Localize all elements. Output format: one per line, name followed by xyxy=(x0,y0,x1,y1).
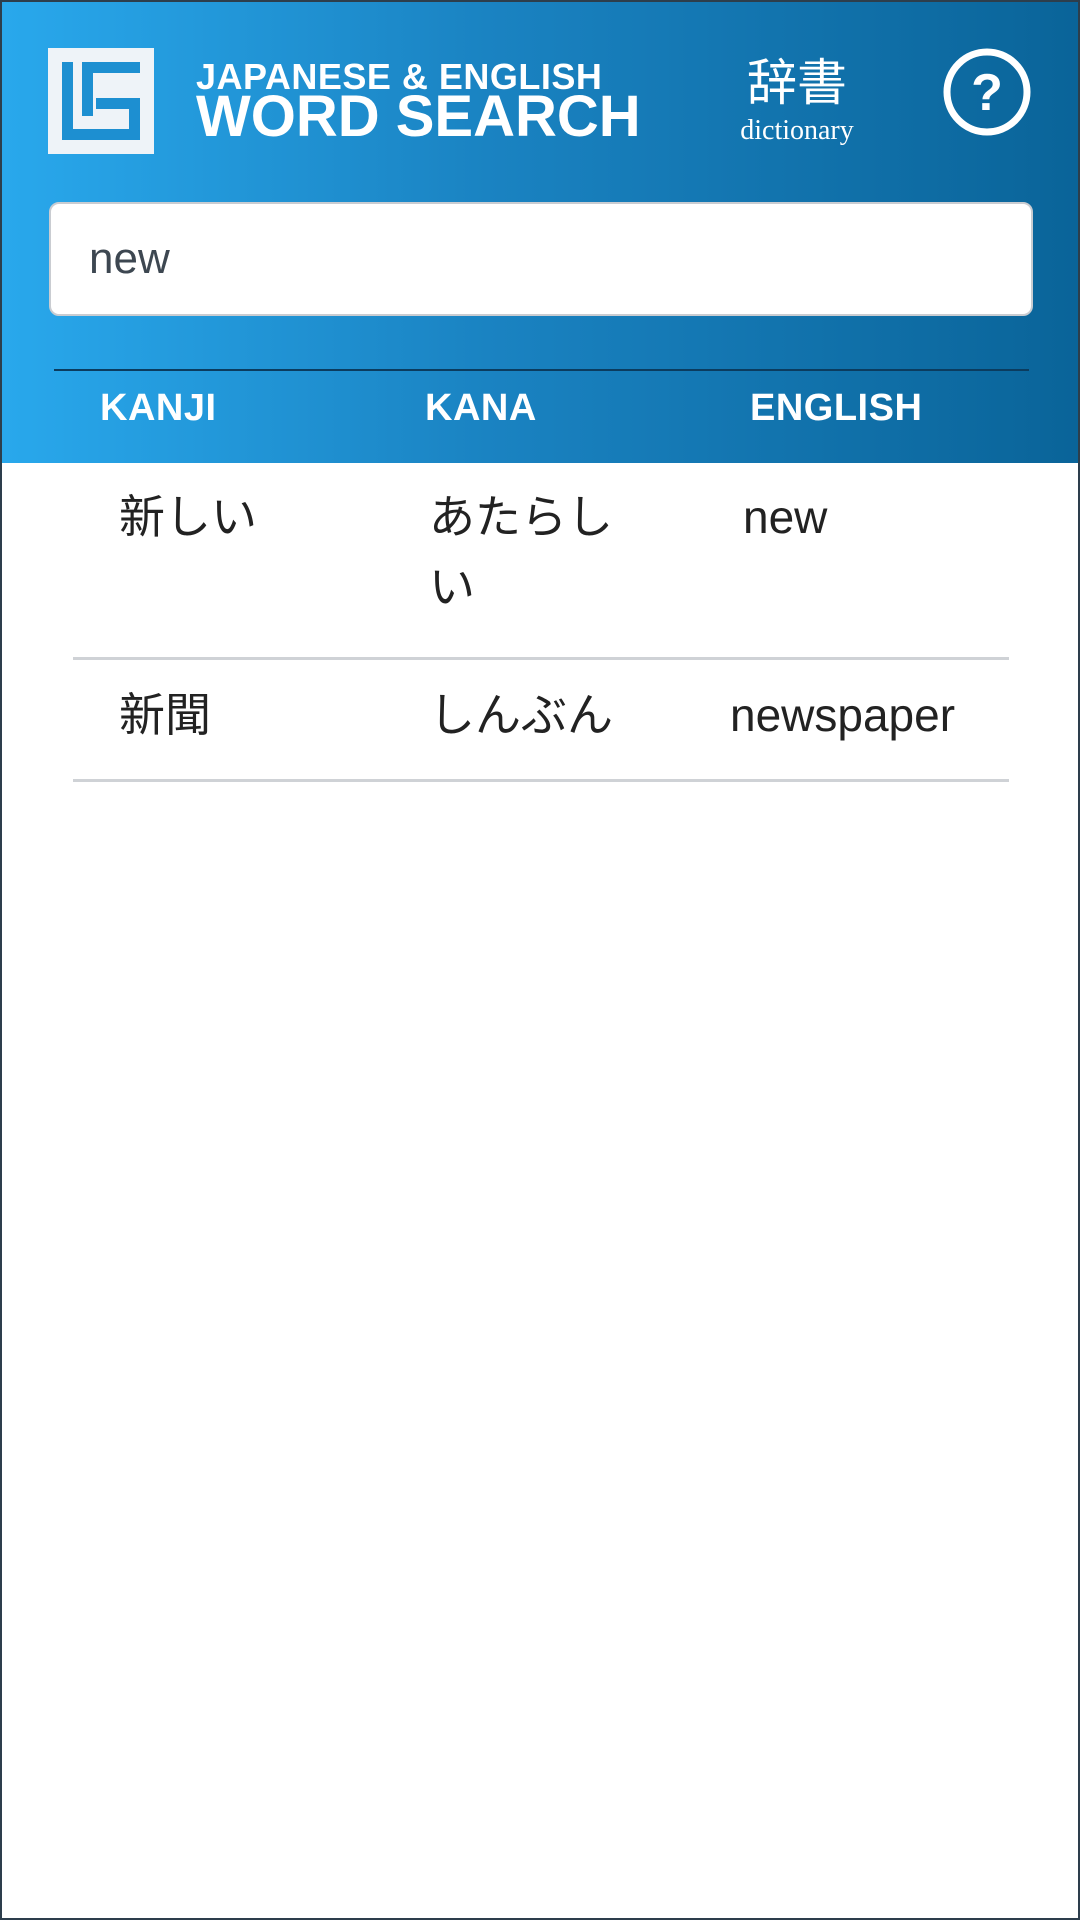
result-kanji: 新しい xyxy=(119,490,257,544)
result-kana: しんぶん xyxy=(429,688,613,742)
column-header-english: ENGLISH xyxy=(750,387,923,429)
help-button[interactable]: ? xyxy=(942,47,1032,137)
result-row[interactable]: 新聞 しんぶん newspaper xyxy=(73,660,1009,782)
result-kana: あたらしい xyxy=(429,490,613,614)
search-input[interactable] xyxy=(49,202,1033,316)
question-circle-icon: ? xyxy=(943,48,1031,136)
word-search-logo-icon xyxy=(48,48,154,154)
app-title-line2: WORD SEARCH xyxy=(196,84,641,149)
app-header: JAPANESE & ENGLISH WORD SEARCH 辞書 dictio… xyxy=(2,2,1078,463)
column-header-kanji: KANJI xyxy=(100,387,217,429)
app-frame: JAPANESE & ENGLISH WORD SEARCH 辞書 dictio… xyxy=(0,0,1080,1920)
result-row[interactable]: 新しい あたらしい new xyxy=(73,463,1009,660)
result-english: newspaper xyxy=(730,689,956,741)
dictionary-label: dictionary xyxy=(740,115,854,146)
result-english: new xyxy=(743,491,828,543)
column-header-kana: KANA xyxy=(425,387,537,429)
header-divider xyxy=(54,369,1029,371)
dictionary-kanji: 辞書 xyxy=(747,54,847,112)
result-kanji: 新聞 xyxy=(119,688,211,742)
help-symbol: ? xyxy=(971,64,1003,122)
